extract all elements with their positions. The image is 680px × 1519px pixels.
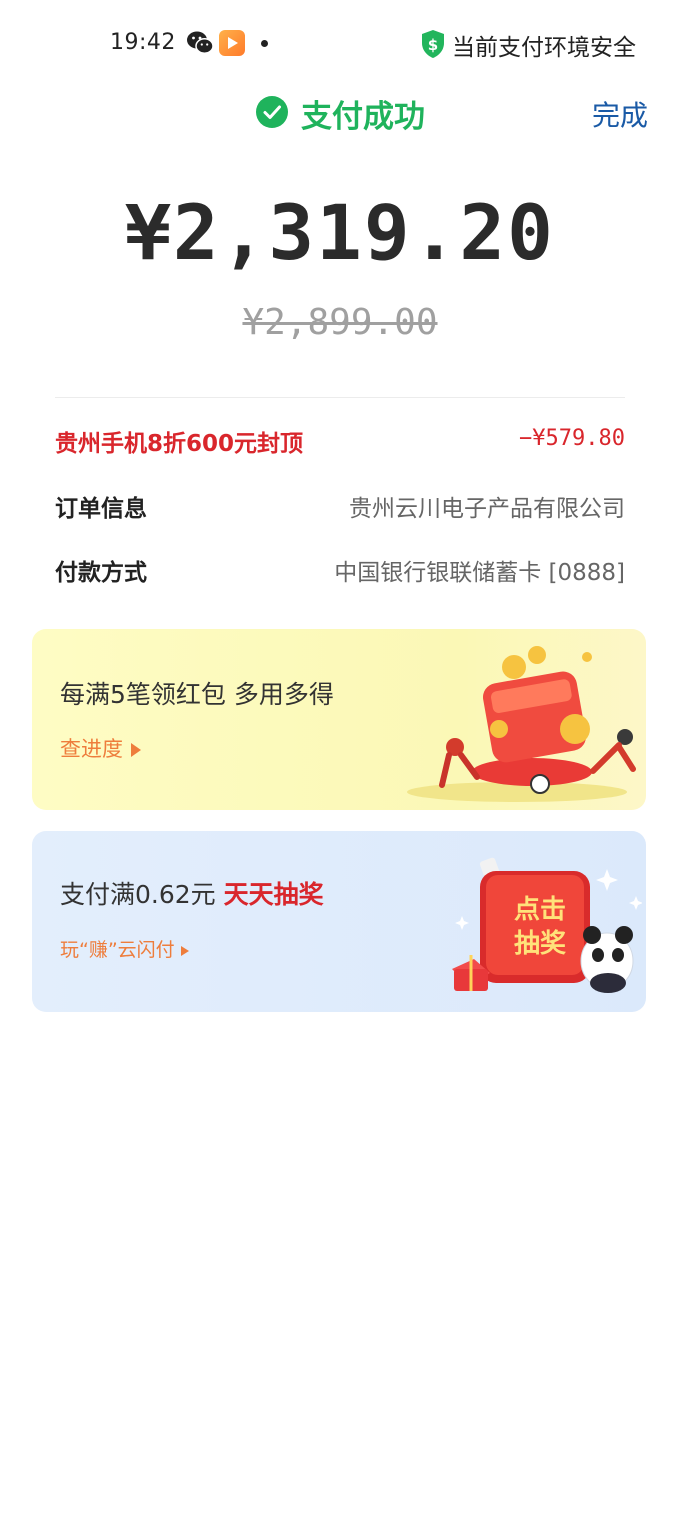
dot-icon — [261, 40, 268, 47]
success-header: 支付成功 完成 — [0, 88, 680, 138]
discount-label: 贵州手机8折600元封顶 — [55, 431, 304, 457]
lottery-promo-banner[interactable]: 支付满0.62元 天天抽奖 玩“赚”云闪付 点击 抽奖 — [32, 831, 646, 1012]
lottery-title-highlight: 天天抽奖 — [223, 880, 324, 909]
wechat-icon — [187, 31, 214, 54]
play-earn-link[interactable]: 玩“赚”云闪付 — [60, 935, 189, 962]
secure-environment-text: 当前支付环境安全 — [452, 35, 636, 61]
play-arrow-icon — [131, 743, 141, 757]
page-title: 支付成功 — [301, 99, 425, 135]
payment-method-value: 中国银行银联储蓄卡 [0888] — [334, 560, 625, 586]
check-progress-label: 查进度 — [60, 737, 123, 761]
status-bar: 19:42 $ 当前支付环境安全 — [0, 0, 680, 88]
original-amount: ¥2,899.00 — [242, 302, 438, 343]
check-progress-link[interactable]: 查进度 — [60, 733, 141, 763]
video-app-icon — [219, 30, 245, 56]
order-info-row: 订单信息 贵州云川电子产品有限公司 — [55, 489, 625, 529]
check-circle-icon — [256, 96, 288, 128]
play-earn-label: 玩“赚”云闪付 — [60, 939, 175, 961]
order-info-label: 订单信息 — [55, 496, 147, 522]
lottery-promo-title: 支付满0.62元 天天抽奖 — [60, 875, 324, 911]
redpacket-football-illustration — [407, 646, 636, 802]
play-arrow-icon — [180, 945, 189, 956]
redpacket-promo-banner[interactable]: 每满5笔领红包 多用多得 查进度 — [32, 629, 646, 810]
merchant-name: 贵州云川电子产品有限公司 — [349, 496, 625, 522]
draw-lottery-line1: 点击 — [513, 895, 566, 925]
divider — [55, 397, 625, 398]
shield-dollar-icon: $ — [422, 30, 444, 58]
svg-text:$: $ — [428, 36, 438, 54]
status-time: 19:42 — [110, 30, 176, 55]
paid-amount: ¥2,319.20 — [125, 188, 555, 277]
lottery-title-prefix: 支付满0.62元 — [60, 880, 224, 909]
redpacket-promo-title: 每满5笔领红包 多用多得 — [60, 680, 334, 709]
draw-lottery-button[interactable]: 点击 抽奖 — [500, 893, 580, 961]
done-button[interactable]: 完成 — [592, 94, 648, 134]
draw-lottery-line2: 抽奖 — [513, 929, 566, 959]
payment-method-label: 付款方式 — [55, 560, 147, 586]
discount-row: 贵州手机8折600元封顶 −¥579.80 — [55, 424, 625, 464]
payment-method-row: 付款方式 中国银行银联储蓄卡 [0888] — [55, 553, 625, 593]
discount-value: −¥579.80 — [519, 426, 625, 451]
